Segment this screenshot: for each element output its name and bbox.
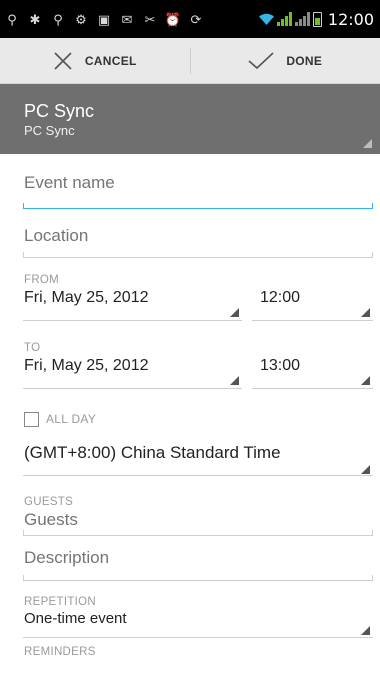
from-date-value: Fri, May 25, 2012: [24, 289, 149, 306]
location-field[interactable]: Location: [23, 208, 373, 258]
from-date-spinner[interactable]: Fri, May 25, 2012: [23, 289, 242, 321]
calendar-selector[interactable]: PC Sync PC Sync: [0, 84, 380, 154]
usb-icon: ⚲: [7, 11, 17, 27]
all-day-label: ALL DAY: [46, 412, 97, 426]
to-section: TO Fri, May 25, 2012 13:00: [23, 328, 373, 396]
guests-field[interactable]: GUESTS Guests: [23, 476, 373, 536]
event-name-field[interactable]: Event name: [23, 154, 373, 209]
settings-icon: ⚙: [75, 11, 87, 27]
to-date-spinner[interactable]: Fri, May 25, 2012: [23, 357, 242, 389]
description-field[interactable]: Description: [23, 536, 373, 582]
location-placeholder: Location: [24, 226, 89, 245]
from-time-spinner[interactable]: 12:00: [252, 289, 373, 321]
action-bar: CANCEL DONE: [0, 38, 380, 84]
event-name-placeholder: Event name: [24, 173, 115, 192]
battery-icon: [312, 11, 322, 27]
close-icon: [54, 51, 72, 70]
dropdown-indicator-icon: [363, 139, 372, 148]
event-form: Event name Location FROM Fri, May 25, 20…: [0, 154, 380, 662]
guests-label: GUESTS: [24, 496, 74, 508]
tools-icon: ✂: [144, 11, 156, 27]
guests-placeholder: Guests: [24, 510, 78, 529]
signal-icon: [294, 12, 310, 26]
all-day-row[interactable]: ALL DAY: [24, 396, 373, 432]
system-indicators: 12:00: [258, 9, 374, 29]
repetition-value: One-time event: [24, 610, 127, 627]
status-bar: ⚲ ✱ ⚲ ⚙ ▣ ✉ ✂ ⏰ ⟳ 12:00: [0, 0, 380, 38]
to-time-value: 13:00: [260, 357, 301, 374]
all-day-checkbox[interactable]: [24, 412, 39, 427]
cancel-label: CANCEL: [84, 53, 137, 68]
calendar-title: PC Sync: [24, 101, 95, 121]
from-label: FROM: [24, 274, 60, 286]
usb-debug-icon: ✱: [29, 11, 41, 27]
done-button[interactable]: DONE: [191, 38, 380, 83]
done-label: DONE: [286, 53, 323, 68]
to-label: TO: [24, 342, 41, 354]
dropdown-indicator-icon: [361, 308, 370, 317]
cancel-button[interactable]: CANCEL: [0, 38, 190, 83]
dropdown-indicator-icon: [361, 376, 370, 385]
reminders-label: REMINDERS: [24, 646, 96, 658]
description-underline: [23, 575, 373, 581]
to-time-spinner[interactable]: 13:00: [252, 357, 373, 389]
wifi-icon: [258, 13, 274, 25]
signal-icon: [276, 12, 292, 26]
repetition-label: REPETITION: [24, 596, 97, 608]
from-section: FROM Fri, May 25, 2012 12:00: [23, 258, 373, 328]
to-date-value: Fri, May 25, 2012: [24, 357, 149, 374]
message-icon: ✉: [121, 11, 133, 27]
dropdown-indicator-icon: [230, 308, 239, 317]
repetition-spinner[interactable]: REPETITION One-time event: [23, 582, 373, 638]
dropdown-indicator-icon: [230, 376, 239, 385]
calendar-subtitle: PC Sync: [24, 123, 75, 138]
check-icon: [248, 51, 274, 69]
dropdown-indicator-icon: [361, 465, 370, 474]
usb-icon: ⚲: [53, 11, 63, 27]
alarm-icon: ⏰: [164, 11, 182, 27]
timezone-value: (GMT+8:00) China Standard Time: [24, 443, 281, 462]
from-time-value: 12:00: [260, 289, 301, 306]
notification-icons: ⚲ ✱ ⚲ ⚙ ▣ ✉ ✂ ⏰ ⟳: [6, 11, 259, 27]
timezone-spinner[interactable]: (GMT+8:00) China Standard Time: [23, 432, 373, 476]
reminders-section: REMINDERS: [24, 638, 373, 662]
image-icon: ▣: [97, 11, 111, 27]
description-placeholder: Description: [24, 548, 110, 567]
clock-time: 12:00: [327, 9, 374, 29]
sync-icon: ⟳: [190, 11, 202, 27]
dropdown-indicator-icon: [361, 626, 370, 635]
